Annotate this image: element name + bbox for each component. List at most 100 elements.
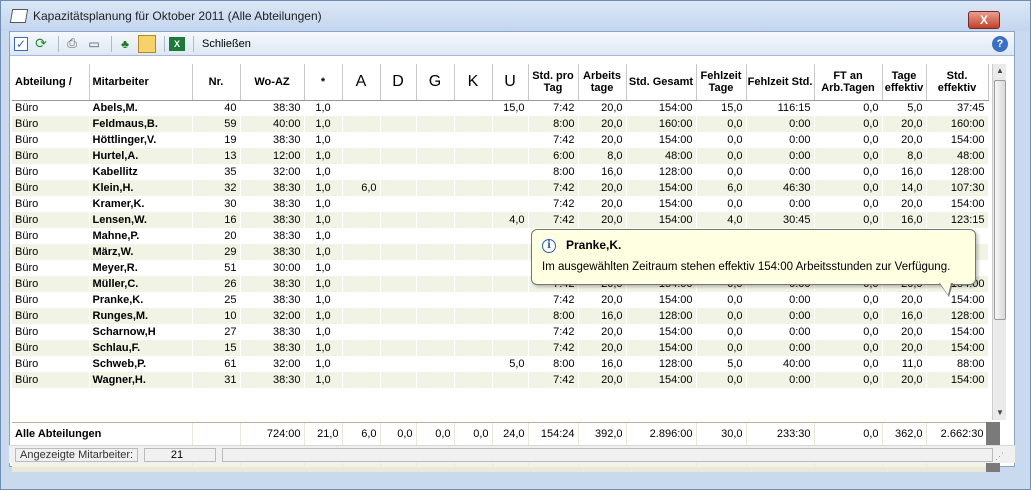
table-cell: [492, 260, 528, 276]
column-header[interactable]: Tage effektiv: [882, 64, 927, 101]
table-row[interactable]: Büro Lensen,W. 16 38:30 1,0 4,0 7:42 20,0 154:00…: [12, 212, 988, 228]
table-cell: 16,0: [882, 212, 926, 228]
table-cell: 15,0: [492, 100, 528, 116]
table-cell: 1,0: [304, 308, 342, 324]
table-cell: 107:30: [926, 180, 988, 196]
table-cell: [492, 308, 528, 324]
checklist-icon[interactable]: ✓: [14, 36, 28, 51]
table-cell: [380, 292, 416, 308]
table-cell: [380, 324, 416, 340]
table-row[interactable]: Büro Schlau,F. 15 38:30 1,0 7:42 20,0 154:00 0,0…: [12, 340, 988, 356]
scroll-thumb[interactable]: [994, 80, 1006, 320]
table-cell: 12:00: [240, 148, 304, 164]
table-cell: 20,0: [578, 116, 626, 132]
table-cell: [380, 308, 416, 324]
table-row[interactable]: Büro Klein,H. 32 38:30 1,0 6,0 7:42 20,0 154:00 6…: [12, 180, 988, 196]
table-cell: 0,0: [696, 148, 746, 164]
table-row[interactable]: Büro Pranke,K. 25 38:30 1,0 7:42 20,0 154:00 0,0…: [12, 292, 988, 308]
column-header[interactable]: U: [492, 64, 529, 101]
scroll-down-icon[interactable]: ▼: [993, 406, 1007, 420]
column-header[interactable]: Mitarbeiter: [89, 64, 193, 101]
scroll-up-icon[interactable]: ▲: [993, 64, 1007, 78]
totals-cell: 6,0: [342, 423, 380, 445]
table-row[interactable]: Büro Feldmaus,B. 59 40:00 1,0 8:00 20,0 160:00 0…: [12, 116, 988, 132]
tooltip-text: Im ausgewählten Zeitraum stehen effektiv…: [542, 261, 951, 273]
vertical-scrollbar[interactable]: ▲ ▼: [992, 64, 1006, 420]
table-cell: 0:00: [746, 196, 814, 212]
column-header[interactable]: A: [342, 64, 381, 101]
excel-icon[interactable]: X: [169, 36, 185, 51]
note-icon[interactable]: [138, 34, 156, 53]
table-cell: Büro: [12, 372, 89, 388]
table-cell: 59: [192, 116, 240, 132]
column-header[interactable]: Fehlzeit Std.: [746, 64, 815, 101]
table-row[interactable]: Büro Wagner,H. 31 38:30 1,0 7:42 20,0 154:00 0,0…: [12, 372, 988, 388]
column-header[interactable]: Std. pro Tag: [528, 64, 579, 101]
table-cell: 38:30: [240, 196, 304, 212]
table-cell: 128:00: [626, 356, 696, 372]
table-cell: [492, 340, 528, 356]
table-cell: 0:00: [746, 292, 814, 308]
table-cell: 0,0: [696, 132, 746, 148]
table-cell: 154:00: [626, 132, 696, 148]
table-cell: [416, 196, 454, 212]
table-row[interactable]: Büro Kramer,K. 30 38:30 1,0 7:42 20,0 154:00 0,0…: [12, 196, 988, 212]
table-cell: 32: [192, 180, 240, 196]
table-row[interactable]: Büro Hurtel,A. 13 12:00 1,0 6:00 8,0 48:00 0,0 0:…: [12, 148, 988, 164]
totals-cell: 0,0: [814, 423, 882, 445]
table-cell: 0,0: [814, 196, 882, 212]
table-cell: 1,0: [304, 100, 342, 116]
help-icon[interactable]: ?: [992, 36, 1008, 52]
table-cell: [380, 244, 416, 260]
table-cell: 8,0: [882, 148, 926, 164]
table-cell: 35: [192, 164, 240, 180]
column-header[interactable]: FT an Arb.Tagen: [814, 64, 883, 101]
print-icon[interactable]: ⎙: [63, 35, 81, 53]
column-header[interactable]: Arbeits tage: [578, 64, 627, 101]
table-row[interactable]: Büro Kabellitz 35 32:00 1,0 8:00 16,0 128:00 0,0…: [12, 164, 988, 180]
column-header[interactable]: G: [416, 64, 455, 101]
print-preview-icon[interactable]: ▭: [85, 35, 103, 53]
table-cell: 5,0: [696, 356, 746, 372]
status-label: Angezeigte Mitarbeiter:: [15, 447, 139, 462]
table-cell: [380, 132, 416, 148]
column-header[interactable]: Fehlzeit Tage: [696, 64, 747, 101]
table-cell: 8:00: [528, 116, 578, 132]
table-row[interactable]: Büro Runges,M. 10 32:00 1,0 8:00 16,0 128:00 0,0…: [12, 308, 988, 324]
resize-grip-icon[interactable]: ⋰: [995, 451, 1007, 463]
column-header[interactable]: Wo-AZ: [240, 64, 305, 101]
refresh-icon[interactable]: ⟳: [32, 35, 50, 53]
table-cell: [416, 228, 454, 244]
totals-cell: 0,0: [380, 423, 416, 445]
table-cell: 40:00: [746, 356, 814, 372]
close-button[interactable]: Schließen: [202, 38, 251, 50]
column-header[interactable]: K: [454, 64, 493, 101]
table-row[interactable]: Büro Scharnow,H 27 38:30 1,0 7:42 20,0 154:00 0,…: [12, 324, 988, 340]
table-cell: 0,0: [696, 372, 746, 388]
column-header[interactable]: Nr.: [192, 64, 241, 101]
table-cell: [342, 244, 380, 260]
table-cell: [492, 276, 528, 292]
table-cell: Büro: [12, 164, 89, 180]
close-window-button[interactable]: X: [968, 11, 1000, 29]
column-header[interactable]: *: [304, 64, 343, 101]
table-cell: 1,0: [304, 324, 342, 340]
column-header[interactable]: Std. Gesamt: [626, 64, 697, 101]
app-window: Kapazitätsplanung für Oktober 2011 (Alle…: [0, 0, 1031, 490]
column-header[interactable]: Std. effektiv: [926, 64, 989, 101]
status-bar: Angezeigte Mitarbeiter: 21: [9, 445, 1015, 463]
table-row[interactable]: Büro Abels,M. 40 38:30 1,0 15,0 7:42 20,0 154:00…: [12, 100, 988, 116]
table-cell: [416, 244, 454, 260]
title-bar[interactable]: Kapazitätsplanung für Oktober 2011 (Alle…: [1, 1, 1030, 31]
column-header[interactable]: Abteilung /: [12, 64, 90, 101]
table-cell: Büro: [12, 212, 89, 228]
table-row[interactable]: Büro Schweb,P. 61 32:00 1,0 5,0 8:00 16,0 128:00…: [12, 356, 988, 372]
table-cell: [492, 372, 528, 388]
palm-tree-icon[interactable]: ♣: [116, 35, 134, 53]
table-cell: 1,0: [304, 356, 342, 372]
table-cell: 51: [192, 260, 240, 276]
table-cell: 1,0: [304, 116, 342, 132]
column-header[interactable]: D: [380, 64, 417, 101]
table-cell: [416, 100, 454, 116]
table-row[interactable]: Büro Höttlinger,V. 19 38:30 1,0 7:42 20,0 154:0…: [12, 132, 988, 148]
